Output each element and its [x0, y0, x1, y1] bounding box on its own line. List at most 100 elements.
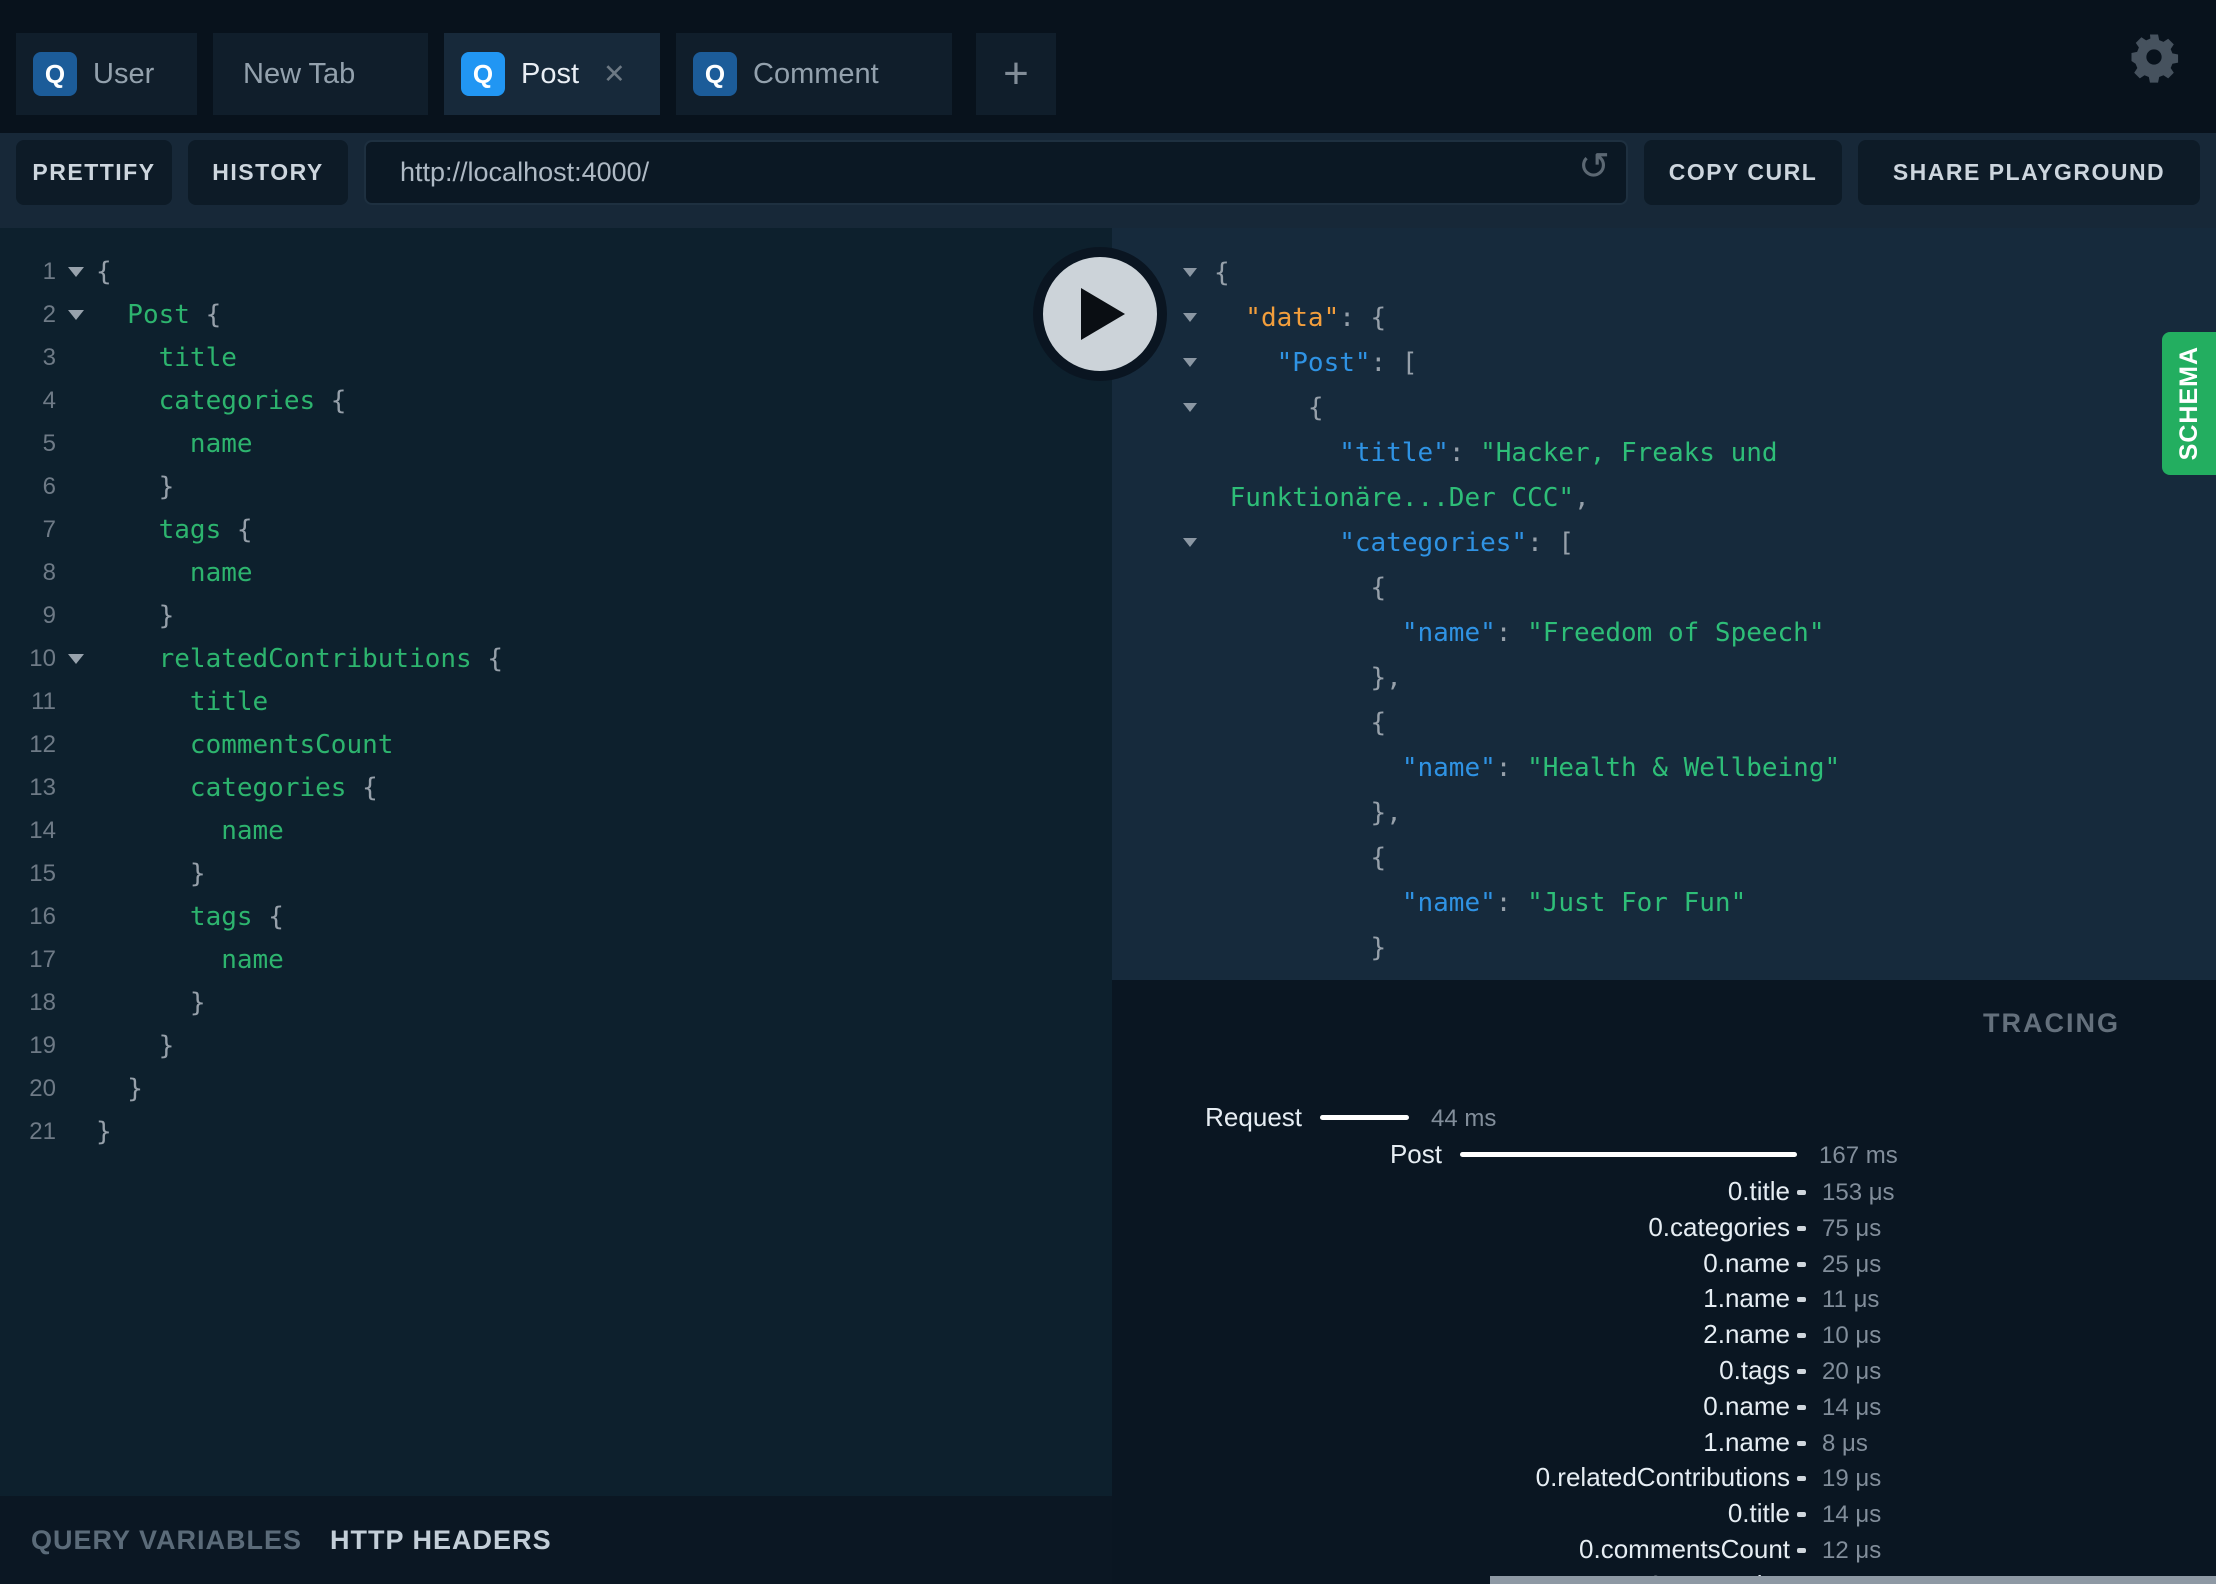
query-variables-tab[interactable]: QUERY VARIABLES [31, 1525, 302, 1556]
response-line: ] [1112, 970, 2216, 981]
response-code-text: "title": "Hacker, Freaks und [1214, 437, 1778, 468]
response-code-text: "Post": [ [1214, 347, 1418, 378]
close-icon[interactable]: ✕ [603, 60, 626, 88]
response-code-text: }, [1214, 662, 1402, 693]
fold-toggle[interactable] [56, 309, 96, 320]
tab-user[interactable]: Q User [16, 33, 197, 115]
query-line: 8 name [0, 551, 1112, 594]
trace-row: 0.title 153 μs [1112, 1176, 2216, 1208]
query-code-text: name [96, 815, 284, 846]
response-code-text: "name": "Health & Wellbeing" [1214, 752, 1841, 783]
endpoint-url-box: ↺ [364, 140, 1628, 205]
trace-label: 0.categories [1648, 1212, 1790, 1242]
chevron-down-icon[interactable] [1183, 358, 1197, 367]
query-badge: Q [461, 52, 505, 96]
trace-row: 0.relatedContributions 19 μs [1112, 1462, 2216, 1494]
response-line: "title": "Hacker, Freaks und [1112, 430, 2216, 475]
trace-label: 0.title [1727, 1176, 1790, 1206]
tab-label: Comment [753, 57, 879, 90]
response-line: Funktionäre...Der CCC", [1112, 475, 2216, 520]
gear-icon [2127, 34, 2181, 88]
tracing-title: TRACING [1983, 1008, 2120, 1038]
query-line: 15 } [0, 852, 1112, 895]
copy-curl-button[interactable]: COPY CURL [1644, 140, 1842, 205]
response-code-text: { [1214, 842, 1387, 873]
response-pane[interactable]: { "data": { "Post": [ { "title": "Hacker… [1112, 228, 2216, 980]
response-code-text: { [1214, 572, 1387, 603]
duration-dash [1797, 1405, 1806, 1410]
duration-dash [1797, 1441, 1806, 1446]
trace-label: 0.commentsCount [1579, 1534, 1790, 1564]
response-code-text: }, [1214, 797, 1402, 828]
line-number: 12 [29, 730, 56, 758]
tab-bar: Q User New Tab Q Post ✕ Q Comment + [0, 0, 2216, 133]
line-number: 20 [29, 1074, 56, 1102]
response-code-text: { [1214, 707, 1387, 738]
settings-button[interactable] [2127, 30, 2181, 84]
endpoint-url-input[interactable] [366, 156, 1542, 189]
line-number: 3 [42, 343, 56, 371]
chevron-down-icon[interactable] [1183, 403, 1197, 412]
line-number: 10 [29, 644, 56, 672]
line-number: 13 [29, 773, 56, 801]
line-number: 14 [29, 816, 56, 844]
duration-value: 20 μs [1822, 1358, 1882, 1385]
prettify-button[interactable]: PRETTIFY [16, 140, 172, 205]
reload-icon[interactable]: ↺ [1578, 148, 1610, 186]
line-number: 16 [29, 902, 56, 930]
duration-value: 167 ms [1819, 1142, 1898, 1169]
query-code-text: } [96, 987, 206, 1018]
history-button[interactable]: HISTORY [188, 140, 348, 205]
trace-label: 0.tags [1719, 1355, 1790, 1385]
response-code-text: { [1214, 392, 1324, 423]
trace-row: Post 167 ms [1112, 1139, 2216, 1171]
query-code-text: commentsCount [96, 729, 394, 760]
trace-label: 0.title [1727, 1498, 1790, 1528]
fold-toggle[interactable] [56, 653, 96, 664]
fold-toggle[interactable] [56, 266, 96, 277]
tab-comment[interactable]: Q Comment [676, 33, 952, 115]
query-code-text: title [96, 342, 237, 373]
http-headers-tab[interactable]: HTTP HEADERS [330, 1525, 552, 1556]
query-code-text: tags { [96, 901, 284, 932]
query-line: 12 commentsCount [0, 723, 1112, 766]
response-line: "data": { [1112, 295, 2216, 340]
share-playground-button[interactable]: SHARE PLAYGROUND [1858, 140, 2200, 205]
chevron-down-icon[interactable] [1183, 268, 1197, 277]
response-line: "categories": [ [1112, 520, 2216, 565]
trace-row: 1.name 11 μs [1112, 1283, 2216, 1315]
query-code-text: } [96, 1073, 143, 1104]
query-editor-pane[interactable]: 1{2 Post {3 title 4 categories {5 name 6 }… [0, 228, 1112, 1496]
line-number: 5 [42, 429, 56, 457]
query-badge: Q [33, 52, 77, 96]
duration-value: 11 μs [1822, 1286, 1880, 1313]
trace-row: 0.tags 20 μs [1112, 1355, 2216, 1387]
trace-label: Request [1205, 1102, 1302, 1132]
query-line: 6 } [0, 465, 1112, 508]
horizontal-scrollbar[interactable] [1490, 1576, 2216, 1584]
chevron-down-icon [68, 266, 84, 277]
query-line: 14 name [0, 809, 1112, 852]
trace-label: 1.name [1703, 1427, 1790, 1457]
query-line: 20 } [0, 1067, 1112, 1110]
query-code-text: name [96, 944, 284, 975]
schema-tab[interactable]: SCHEMA [2162, 332, 2216, 475]
trace-label: 0.relatedContributions [1535, 1462, 1790, 1492]
response-line: { [1112, 835, 2216, 880]
query-code-text: categories { [96, 385, 347, 416]
tab-post[interactable]: Q Post ✕ [444, 33, 660, 115]
response-line: }, [1112, 655, 2216, 700]
query-line: 4 categories { [0, 379, 1112, 422]
line-number: 4 [42, 386, 56, 414]
query-line: 18 } [0, 981, 1112, 1024]
tab-new-tab[interactable]: New Tab [213, 33, 428, 115]
query-code-text: { [96, 256, 112, 287]
chevron-down-icon[interactable] [1183, 313, 1197, 322]
response-code-text: "categories": [ [1214, 527, 1575, 558]
trace-row: 0.categories 75 μs [1112, 1212, 2216, 1244]
add-tab-button[interactable]: + [976, 33, 1056, 115]
chevron-down-icon[interactable] [1183, 538, 1197, 547]
duration-dash [1797, 1476, 1806, 1481]
execute-query-button[interactable] [1033, 247, 1167, 381]
query-lines: 1{2 Post {3 title 4 categories {5 name 6 }… [0, 250, 1112, 1153]
